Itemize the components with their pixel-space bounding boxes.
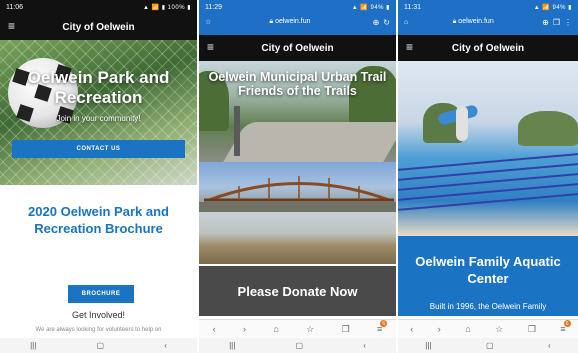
browser-url-bar: ⌂ 🔒︎ oelwein.fun ⊕ ❐ ⋮ [398,14,578,30]
pool-photo [398,61,578,236]
brochure-button[interactable]: BROCHURE [68,285,134,303]
trail-title: Oelwein Municipal Urban Trail Friends of… [208,70,387,98]
notification-badge: 6 [380,320,388,327]
recents-icon[interactable]: ||| [425,341,431,350]
trail-post [234,106,240,156]
back-arrow-icon[interactable]: ‹ [410,324,413,334]
contact-us-button[interactable]: CONTACT US [12,140,185,158]
overflow-menu-icon[interactable]: ⋮ [564,18,572,27]
notification-badge: 6 [563,320,571,327]
back-icon[interactable]: ‹ [548,341,551,350]
lane-line [398,191,578,213]
brochure-heading: 2020 Oelwein Park and Recreation Brochur… [28,204,169,236]
hero-subtitle: Join in your community! [56,114,141,123]
home-circle-icon[interactable]: ▢ [295,341,303,350]
lane-line [398,151,578,173]
status-bar: 11:06 ▲ 📶 ▮ 100% ▮ [0,0,197,14]
back-icon[interactable]: ‹ [164,341,167,350]
get-involved-heading: Get Involved! [71,310,126,320]
hero-banner: Oelwein Park and Recreation Join in your… [0,40,197,185]
home-circle-icon[interactable]: ▢ [96,341,104,350]
download-icon[interactable]: ⊕ [542,18,549,27]
bridge-photo [199,162,396,212]
lane-line [398,171,578,193]
menu-icon[interactable]: ≡ 6 [377,320,388,334]
site-title[interactable]: City of Oelwein [8,22,189,33]
recents-icon[interactable]: ||| [229,341,235,350]
phone-screen-trail: 11:29 ▲ 📶 94% ▮ ☆ 🔒︎ oelwein.fun ⊕ ↻ ≡ C… [199,0,396,353]
browser-toolbar: ‹ › ⌂ ☆ ❐ ≡ 6 [398,319,578,338]
site-title[interactable]: City of Oelwein [207,43,388,54]
download-icon[interactable]: ⊕ [373,18,380,27]
browser-toolbar: ‹ › ⌂ ☆ ❐ ≡ 6 [199,319,396,338]
status-indicators: ▲ 📶 ▮ 100% ▮ [142,4,191,11]
browser-url-bar: ☆ 🔒︎ oelwein.fun ⊕ ↻ [199,14,396,30]
volunteers-text: We are always looking for volunteers to … [35,327,162,333]
riverbank [199,202,396,212]
home-circle-icon[interactable]: ▢ [486,341,494,350]
back-icon[interactable]: ‹ [363,341,366,350]
lane-line [398,161,578,183]
url-text[interactable]: 🔒︎ oelwein.fun [211,18,368,26]
tabs-icon[interactable]: ❐ [528,324,536,335]
bookmark-star-icon[interactable]: ☆ [495,324,503,335]
aquatic-center-text: Built in 1996, the Oelwein Family [429,302,547,311]
android-nav-bar: ||| ▢ ‹ [398,338,578,353]
hamburger-icon[interactable]: ≡ [207,40,214,54]
url-value: oelwein.fun [275,18,311,25]
site-header: ≡ City of Oelwein [0,14,197,40]
hamburger-icon[interactable]: ≡ [406,40,413,54]
hero-title: Oelwein Park and Recreation [27,68,170,107]
android-nav-bar: ||| ▢ ‹ [199,338,396,353]
field-photo [199,212,396,264]
tabs-icon[interactable]: ❐ [342,324,350,335]
bridge-drawing [199,176,396,212]
status-bar: 11:29 ▲ 📶 94% ▮ [199,0,396,14]
forward-arrow-icon[interactable]: › [438,324,441,334]
status-indicators: ▲ 📶 94% ▮ [533,4,572,11]
url-value: oelwein.fun [458,18,494,25]
aquatic-center-panel: Oelwein Family Aquatic Center Built in 1… [398,236,578,316]
bookmark-star-icon[interactable]: ☆ [306,324,314,335]
trail-hero-image: Oelwein Municipal Urban Trail Friends of… [199,61,396,162]
url-text[interactable]: 🔒︎ oelwein.fun [408,18,538,26]
status-time: 11:29 [205,3,222,11]
donate-banner[interactable]: Please Donate Now [199,266,396,316]
site-header: ≡ City of Oelwein [398,35,578,61]
status-indicators: ▲ 📶 94% ▮ [351,4,390,11]
tree-shape [518,111,578,146]
status-time: 11:06 [6,3,23,11]
tabs-icon[interactable]: ❐ [553,18,560,27]
lane-line [398,181,578,203]
home-icon[interactable]: ⌂ [465,324,470,334]
android-nav-bar: ||| ▢ ‹ [0,338,197,353]
home-icon[interactable]: ⌂ [273,324,278,334]
phone-screen-park-recreation: 11:06 ▲ 📶 ▮ 100% ▮ ≡ City of Oelwein Oel… [0,0,197,353]
site-title[interactable]: City of Oelwein [406,43,570,54]
forward-arrow-icon[interactable]: › [243,324,246,334]
reload-icon[interactable]: ↻ [383,18,390,27]
status-time: 11:31 [404,3,421,11]
hamburger-icon[interactable]: ≡ [8,19,15,33]
aquatic-center-title: Oelwein Family Aquatic Center [415,254,561,286]
menu-icon[interactable]: ≡ 6 [560,320,571,334]
site-header: ≡ City of Oelwein [199,35,396,61]
phone-screen-aquatic-center: 11:31 ▲ 📶 94% ▮ ⌂ 🔒︎ oelwein.fun ⊕ ❐ ⋮ ≡… [398,0,578,353]
recents-icon[interactable]: ||| [30,341,36,350]
slide-tower [456,106,468,141]
status-bar: 11:31 ▲ 📶 94% ▮ [398,0,578,14]
back-arrow-icon[interactable]: ‹ [213,324,216,334]
